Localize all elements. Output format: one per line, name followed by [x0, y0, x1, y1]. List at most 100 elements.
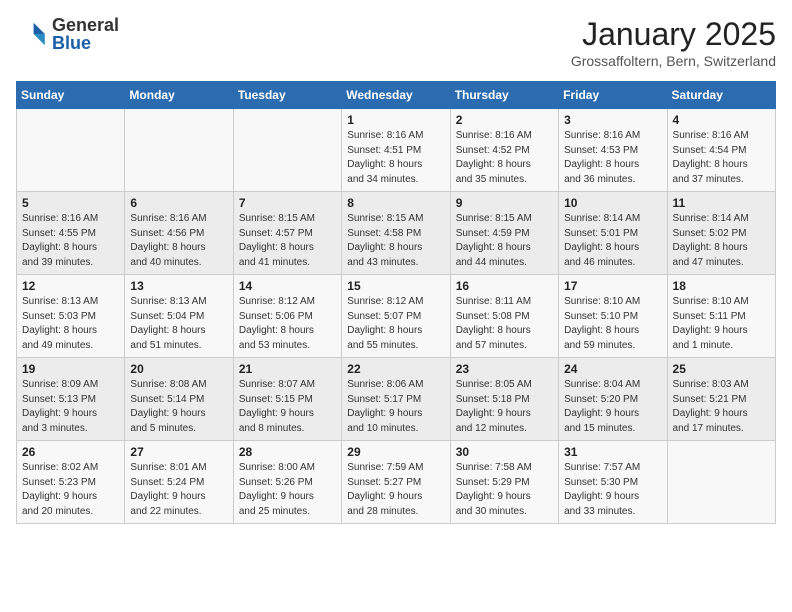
- day-number: 10: [564, 196, 661, 210]
- page-header: General Blue January 2025 Grossaffoltern…: [16, 16, 776, 69]
- day-header-monday: Monday: [125, 82, 233, 109]
- calendar-cell: [17, 109, 125, 192]
- calendar-cell: 24 Sunrise: 8:04 AM Sunset: 5:20 PM Dayli…: [559, 358, 667, 441]
- calendar-cell: 10 Sunrise: 8:14 AM Sunset: 5:01 PM Dayli…: [559, 192, 667, 275]
- day-info: Sunrise: 8:16 AM Sunset: 4:52 PM Dayligh…: [456, 129, 553, 187]
- calendar-cell: 4 Sunrise: 8:16 AM Sunset: 4:54 PM Daylig…: [667, 109, 775, 192]
- location: Grossaffoltern, Bern, Switzerland: [571, 53, 776, 69]
- calendar-cell: 8Sunrise: 8:15 AM Sunset: 4:58 PM Daylig…: [342, 192, 450, 275]
- day-info: Sunrise: 8:16 AM Sunset: 4:53 PM Dayligh…: [564, 129, 661, 187]
- calendar-cell: [125, 109, 233, 192]
- day-number: 23: [456, 362, 553, 376]
- calendar-week-3: 12 Sunrise: 8:13 AM Sunset: 5:03 PM Dayli…: [17, 275, 776, 358]
- logo-blue: Blue: [52, 34, 119, 52]
- day-info: Sunrise: 8:08 AM Sunset: 5:14 PM Dayligh…: [130, 378, 227, 436]
- calendar-cell: 23 Sunrise: 8:05 AM Sunset: 5:18 PM Dayli…: [450, 358, 558, 441]
- day-number: 9: [456, 196, 553, 210]
- day-info: Sunrise: 8:11 AM Sunset: 5:08 PM Dayligh…: [456, 295, 553, 353]
- calendar-cell: 2 Sunrise: 8:16 AM Sunset: 4:52 PM Daylig…: [450, 109, 558, 192]
- logo: General Blue: [16, 16, 119, 52]
- calendar-cell: 27 Sunrise: 8:01 AM Sunset: 5:24 PM Dayli…: [125, 441, 233, 524]
- day-info: Sunrise: 8:05 AM Sunset: 5:18 PM Dayligh…: [456, 378, 553, 436]
- day-info: Sunrise: 8:04 AM Sunset: 5:20 PM Dayligh…: [564, 378, 661, 436]
- day-info: Sunrise: 8:13 AM Sunset: 5:04 PM Dayligh…: [130, 295, 227, 353]
- day-number: 5: [22, 196, 119, 210]
- calendar-cell: 15 Sunrise: 8:12 AM Sunset: 5:07 PM Dayli…: [342, 275, 450, 358]
- day-number: 12: [22, 279, 119, 293]
- day-number: 19: [22, 362, 119, 376]
- day-info: Sunrise: 7:57 AM Sunset: 5:30 PM Dayligh…: [564, 461, 661, 519]
- day-number: 29: [347, 445, 444, 459]
- calendar-week-5: 26 Sunrise: 8:02 AM Sunset: 5:23 PM Dayli…: [17, 441, 776, 524]
- day-info: Sunrise: 8:10 AM Sunset: 5:11 PM Dayligh…: [673, 295, 770, 353]
- day-info: Sunrise: 8:15 AM Sunset: 4:57 PM Dayligh…: [239, 212, 336, 270]
- calendar-cell: 25 Sunrise: 8:03 AM Sunset: 5:21 PM Dayli…: [667, 358, 775, 441]
- day-number: 30: [456, 445, 553, 459]
- month-title: January 2025: [571, 16, 776, 53]
- calendar-cell: 12 Sunrise: 8:13 AM Sunset: 5:03 PM Dayli…: [17, 275, 125, 358]
- day-number: 4: [673, 113, 770, 127]
- day-number: 15: [347, 279, 444, 293]
- title-block: January 2025 Grossaffoltern, Bern, Switz…: [571, 16, 776, 69]
- day-number: 21: [239, 362, 336, 376]
- day-number: 26: [22, 445, 119, 459]
- logo-general: General: [52, 16, 119, 34]
- day-header-wednesday: Wednesday: [342, 82, 450, 109]
- day-info: Sunrise: 8:14 AM Sunset: 5:01 PM Dayligh…: [564, 212, 661, 270]
- calendar-cell: 9 Sunrise: 8:15 AM Sunset: 4:59 PM Daylig…: [450, 192, 558, 275]
- day-number: 22: [347, 362, 444, 376]
- logo-text: General Blue: [52, 16, 119, 52]
- calendar-cell: [233, 109, 341, 192]
- calendar-cell: 22 Sunrise: 8:06 AM Sunset: 5:17 PM Dayli…: [342, 358, 450, 441]
- calendar-cell: 29Sunrise: 7:59 AM Sunset: 5:27 PM Dayli…: [342, 441, 450, 524]
- day-info: Sunrise: 8:00 AM Sunset: 5:26 PM Dayligh…: [239, 461, 336, 519]
- day-info: Sunrise: 8:14 AM Sunset: 5:02 PM Dayligh…: [673, 212, 770, 270]
- day-info: Sunrise: 8:06 AM Sunset: 5:17 PM Dayligh…: [347, 378, 444, 436]
- calendar-cell: 28 Sunrise: 8:00 AM Sunset: 5:26 PM Dayli…: [233, 441, 341, 524]
- day-info: Sunrise: 8:13 AM Sunset: 5:03 PM Dayligh…: [22, 295, 119, 353]
- day-info: Sunrise: 8:01 AM Sunset: 5:24 PM Dayligh…: [130, 461, 227, 519]
- day-number: 31: [564, 445, 661, 459]
- day-number: 27: [130, 445, 227, 459]
- day-number: 6: [130, 196, 227, 210]
- day-info: Sunrise: 8:12 AM Sunset: 5:07 PM Dayligh…: [347, 295, 444, 353]
- day-number: 18: [673, 279, 770, 293]
- calendar-cell: 11 Sunrise: 8:14 AM Sunset: 5:02 PM Dayli…: [667, 192, 775, 275]
- day-number: 24: [564, 362, 661, 376]
- calendar-cell: 20Sunrise: 8:08 AM Sunset: 5:14 PM Dayli…: [125, 358, 233, 441]
- calendar-cell: 31 Sunrise: 7:57 AM Sunset: 5:30 PM Dayli…: [559, 441, 667, 524]
- day-info: Sunrise: 8:09 AM Sunset: 5:13 PM Dayligh…: [22, 378, 119, 436]
- day-number: 16: [456, 279, 553, 293]
- day-number: 28: [239, 445, 336, 459]
- day-number: 8: [347, 196, 444, 210]
- day-number: 17: [564, 279, 661, 293]
- day-header-tuesday: Tuesday: [233, 82, 341, 109]
- day-info: Sunrise: 8:10 AM Sunset: 5:10 PM Dayligh…: [564, 295, 661, 353]
- calendar-cell: 26 Sunrise: 8:02 AM Sunset: 5:23 PM Dayli…: [17, 441, 125, 524]
- day-info: Sunrise: 8:03 AM Sunset: 5:21 PM Dayligh…: [673, 378, 770, 436]
- calendar-cell: 17 Sunrise: 8:10 AM Sunset: 5:10 PM Dayli…: [559, 275, 667, 358]
- day-info: Sunrise: 8:16 AM Sunset: 4:54 PM Dayligh…: [673, 129, 770, 187]
- day-header-saturday: Saturday: [667, 82, 775, 109]
- day-number: 11: [673, 196, 770, 210]
- calendar-week-2: 5 Sunrise: 8:16 AM Sunset: 4:55 PM Daylig…: [17, 192, 776, 275]
- day-number: 7: [239, 196, 336, 210]
- day-header-sunday: Sunday: [17, 82, 125, 109]
- day-header-friday: Friday: [559, 82, 667, 109]
- day-number: 25: [673, 362, 770, 376]
- day-info: Sunrise: 7:58 AM Sunset: 5:29 PM Dayligh…: [456, 461, 553, 519]
- calendar-cell: [667, 441, 775, 524]
- day-number: 2: [456, 113, 553, 127]
- calendar-cell: 14Sunrise: 8:12 AM Sunset: 5:06 PM Dayli…: [233, 275, 341, 358]
- calendar-cell: 13Sunrise: 8:13 AM Sunset: 5:04 PM Dayli…: [125, 275, 233, 358]
- calendar-cell: 19 Sunrise: 8:09 AM Sunset: 5:13 PM Dayli…: [17, 358, 125, 441]
- day-info: Sunrise: 8:07 AM Sunset: 5:15 PM Dayligh…: [239, 378, 336, 436]
- calendar-cell: 5 Sunrise: 8:16 AM Sunset: 4:55 PM Daylig…: [17, 192, 125, 275]
- day-info: Sunrise: 8:16 AM Sunset: 4:55 PM Dayligh…: [22, 212, 119, 270]
- day-info: Sunrise: 8:02 AM Sunset: 5:23 PM Dayligh…: [22, 461, 119, 519]
- calendar-cell: 3Sunrise: 8:16 AM Sunset: 4:53 PM Daylig…: [559, 109, 667, 192]
- calendar-cell: 16 Sunrise: 8:11 AM Sunset: 5:08 PM Dayli…: [450, 275, 558, 358]
- day-info: Sunrise: 8:15 AM Sunset: 4:59 PM Dayligh…: [456, 212, 553, 270]
- calendar-cell: 7 Sunrise: 8:15 AM Sunset: 4:57 PM Daylig…: [233, 192, 341, 275]
- logo-icon: [16, 18, 48, 50]
